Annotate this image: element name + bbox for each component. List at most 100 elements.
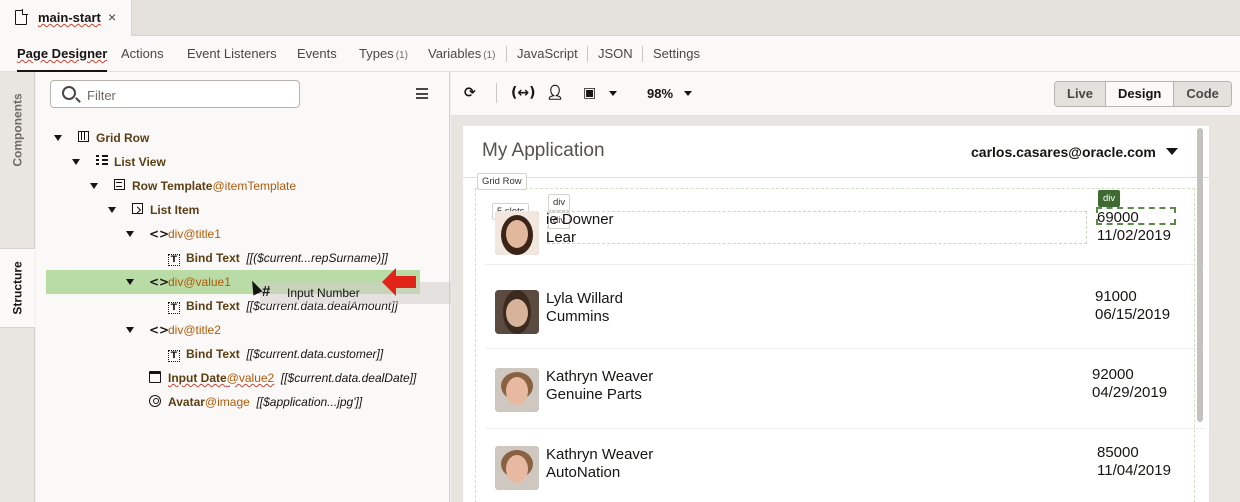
zoom-level[interactable]: 98% (647, 86, 673, 101)
close-icon[interactable]: × (108, 9, 116, 25)
chevron-down-icon[interactable] (1166, 148, 1178, 155)
app-title: My Application (482, 140, 605, 161)
tree-item-grid-row[interactable]: Grid Row (36, 126, 450, 150)
mode-code-button[interactable]: Code (1174, 82, 1231, 106)
row-name: Kathryn Weaver (546, 368, 654, 385)
tab-settings[interactable]: Settings (653, 46, 700, 61)
code-tag-icon: <> (149, 275, 170, 289)
list-item[interactable]: Kathryn Weaver AutoNation 85000 11/04/20… (483, 440, 1183, 502)
canvas-scrollbar[interactable] (1197, 128, 1203, 422)
tree-item-label: div@title2 (168, 323, 221, 337)
tab-divider (587, 46, 588, 62)
row-amount: 92000 (1092, 366, 1134, 383)
red-arrow-icon (382, 268, 416, 296)
caret-down-icon[interactable] (126, 279, 134, 285)
caret-down-icon[interactable] (126, 231, 134, 237)
tree-item-binding: [[$current.data.customer]] (246, 347, 384, 361)
variables-icon[interactable]: (↔) (511, 84, 536, 102)
row-date: 11/02/2019 (1097, 227, 1171, 244)
caret-down-icon[interactable] (72, 159, 80, 165)
row-name: ie Downer (546, 211, 614, 228)
code-tag-icon: <> (149, 323, 170, 337)
row-amount: 69000 (1097, 209, 1139, 226)
tree-item-bind-text-3[interactable]: T Bind Text [[$current.data.customer]] (36, 342, 450, 366)
filter-input[interactable] (87, 86, 287, 104)
tree-item-label: div@value1 (168, 275, 231, 289)
row-company: Cummins (546, 308, 610, 325)
chevron-down-icon[interactable] (684, 91, 692, 96)
mode-live-button[interactable]: Live (1055, 82, 1107, 106)
code-tag-icon: <> (149, 227, 170, 241)
list-view-icon (96, 155, 108, 169)
row-name: Kathryn Weaver (546, 446, 654, 463)
side-tab-components[interactable]: Components (0, 80, 35, 180)
file-tab-main-start[interactable]: main-start × (0, 0, 132, 36)
tree-item-label: Bind Text (186, 299, 240, 313)
grid-row-icon (78, 131, 89, 145)
side-tab-structure[interactable]: Structure (0, 248, 35, 328)
tree-item-list-view[interactable]: List View (36, 150, 450, 174)
tree-item-label: Bind Text (186, 347, 240, 361)
caret-down-icon[interactable] (126, 327, 134, 333)
tree-item-slot: @image (204, 395, 250, 409)
row-company: Lear (546, 229, 577, 246)
tab-divider (642, 46, 643, 62)
tab-events[interactable]: Events (297, 46, 337, 61)
caret-down-icon[interactable] (54, 135, 62, 141)
row-date: 11/04/2019 (1097, 462, 1171, 479)
tab-page-designer[interactable]: Page Designer (17, 46, 108, 72)
caret-down-icon[interactable] (108, 207, 116, 213)
tab-divider (506, 46, 507, 62)
row-date: 04/29/2019 (1092, 384, 1168, 401)
user-menu[interactable]: carlos.casares@oracle.com (971, 144, 1156, 160)
tree-item-binding: [[$application...jpg']] (256, 395, 363, 409)
mode-design-button[interactable]: Design (1106, 82, 1175, 106)
toolbar-divider (496, 83, 497, 103)
tab-variables[interactable]: Variables (1) (428, 46, 495, 61)
caret-down-icon[interactable] (90, 183, 98, 189)
list-item[interactable]: Kathryn Weaver Genuine Parts 92000 04/29… (483, 362, 1183, 426)
row-name: Lyla Willard (546, 290, 623, 307)
tree-item-avatar[interactable]: Avatar@image [[$application...jpg']] (36, 390, 450, 414)
row-divider (485, 428, 1205, 429)
tab-types[interactable]: Types (1) (359, 46, 408, 61)
list-item[interactable]: Lyla Willard Cummins 91000 06/15/2019 (483, 284, 1183, 348)
device-icon[interactable]: ▣ (583, 84, 596, 102)
canvas-toolbar: ⟳ (↔) 👤︎ ▣ 98% Live Design Code (451, 72, 1240, 116)
drag-ghost-label: Input Number (287, 286, 360, 300)
tab-actions[interactable]: Actions (121, 46, 164, 61)
design-canvas: My Application carlos.casares@oracle.com… (451, 116, 1240, 502)
tree-item-label: Row Template (132, 179, 213, 193)
tree-item-label: List Item (150, 203, 200, 217)
tree-item-div-title2[interactable]: <> div@title2 (36, 318, 450, 342)
bind-text-icon: T (168, 251, 180, 266)
tree-item-bind-text-1[interactable]: T Bind Text [[($current...repSurname)]] (36, 246, 450, 270)
view-mode-switch: Live Design Code (1054, 81, 1232, 107)
tree-item-slot: @itemTemplate (212, 179, 297, 193)
filter-field[interactable] (50, 80, 300, 108)
row-company: Genuine Parts (546, 386, 642, 403)
tab-json[interactable]: JSON (598, 46, 633, 61)
user-icon[interactable]: 👤︎ (546, 84, 564, 102)
avatar (495, 290, 539, 334)
tree-item-input-date[interactable]: Input Date@value2 [[$current.data.dealDa… (36, 366, 450, 390)
list-item[interactable]: ie Downer Lear 69000 11/02/2019 (483, 205, 1183, 269)
tree-item-binding: [[($current...repSurname)]] (246, 251, 388, 265)
tree-item-label: List View (114, 155, 166, 169)
chevron-down-icon[interactable] (609, 91, 617, 96)
tree-item-label: Input Date (168, 371, 227, 385)
avatar (495, 446, 539, 490)
row-amount: 85000 (1097, 444, 1139, 461)
tab-javascript[interactable]: JavaScript (517, 46, 578, 61)
avatar (495, 211, 539, 255)
tab-event-listeners[interactable]: Event Listeners (187, 46, 277, 61)
tree-item-binding: [[$current.data.dealDate]] (280, 371, 417, 385)
refresh-icon[interactable]: ⟳ (464, 84, 476, 102)
tree-item-label: Grid Row (96, 131, 150, 145)
row-company: AutoNation (546, 464, 621, 481)
hamburger-menu-icon[interactable] (416, 88, 428, 99)
tree-item-slot: @value2 (226, 371, 275, 385)
tree-item-list-item[interactable]: List Item (36, 198, 450, 222)
tree-item-row-template[interactable]: Row Template@itemTemplate (36, 174, 450, 198)
tree-item-div-title1[interactable]: <> div@title1 (36, 222, 450, 246)
